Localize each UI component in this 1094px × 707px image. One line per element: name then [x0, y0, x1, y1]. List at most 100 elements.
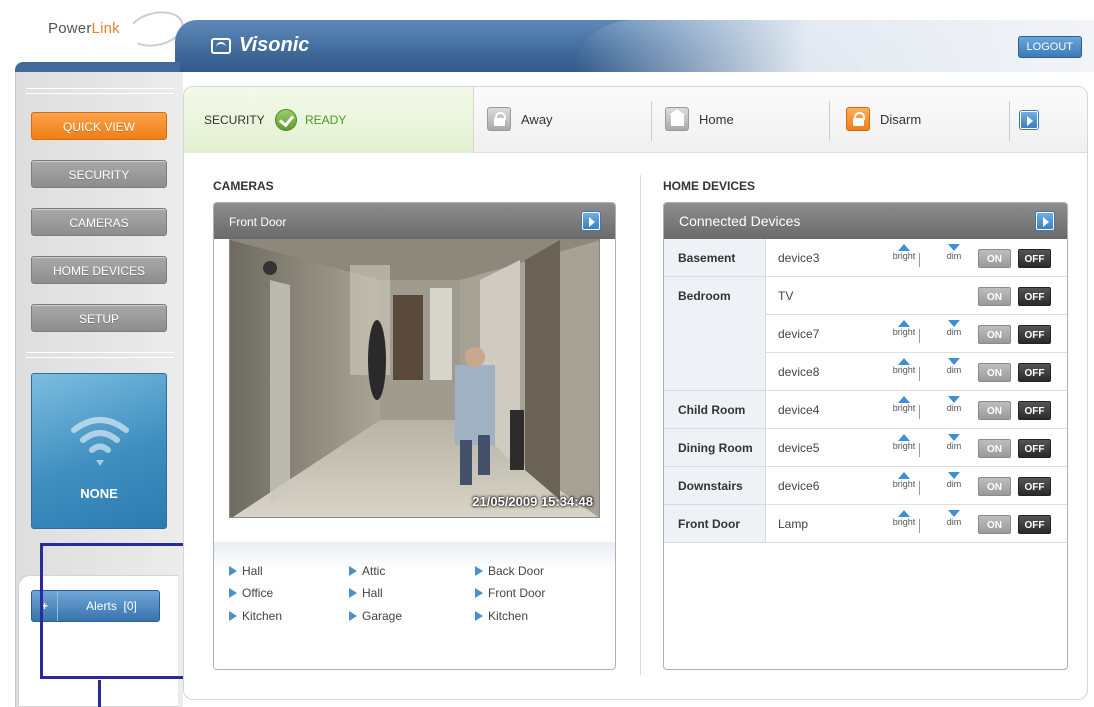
bright-button[interactable]: bright: [889, 510, 919, 527]
separator: [829, 101, 830, 141]
main-panel: SECURITY READY Away Home Disarm CAMERAS …: [183, 86, 1088, 700]
security-bar: SECURITY READY Away Home Disarm: [184, 87, 1087, 153]
wifi-icon: [71, 417, 129, 466]
bright-up-icon: [898, 320, 910, 327]
bright-button[interactable]: bright: [889, 434, 919, 451]
bright-button[interactable]: bright: [889, 396, 919, 413]
camera-link[interactable]: Front Door: [475, 586, 545, 600]
off-button[interactable]: OFF: [1018, 325, 1051, 344]
room-label: Downstairs: [664, 467, 766, 505]
dim-button[interactable]: dim: [939, 244, 969, 261]
camera-link[interactable]: Kitchen: [229, 609, 282, 623]
devices-expand-arrow-icon[interactable]: [1036, 212, 1054, 230]
on-button[interactable]: ON: [978, 401, 1011, 420]
device-name: device5: [778, 441, 820, 455]
check-icon: [275, 109, 297, 131]
device-name: device6: [778, 479, 820, 493]
room-label: Basement: [664, 239, 766, 277]
camera-link[interactable]: Office: [229, 586, 273, 600]
nav-security[interactable]: SECURITY: [31, 160, 167, 188]
on-button[interactable]: ON: [978, 249, 1011, 268]
home-devices-heading: HOME DEVICES: [663, 179, 756, 193]
camera-feed[interactable]: 21/05/2009 15:34:48: [229, 239, 600, 518]
device-name: TV: [778, 289, 794, 303]
camera-link[interactable]: Garage: [349, 609, 402, 623]
slider-tick: [919, 367, 920, 381]
camera-feed-image: [230, 240, 599, 517]
bright-button[interactable]: bright: [889, 320, 919, 337]
room-label: Dining Room: [664, 429, 766, 467]
on-button[interactable]: ON: [978, 325, 1011, 344]
on-button[interactable]: ON: [978, 287, 1011, 306]
lock-icon: [487, 107, 511, 131]
bright-up-icon: [898, 358, 910, 365]
logo-text: PowerLink: [48, 20, 120, 37]
off-button[interactable]: OFF: [1018, 249, 1051, 268]
bright-up-icon: [898, 244, 910, 251]
camera-timestamp: 21/05/2009 15:34:48: [472, 494, 593, 509]
dim-down-icon: [948, 472, 960, 479]
on-button[interactable]: ON: [978, 515, 1011, 534]
highlight-pointer: [98, 680, 101, 707]
off-button[interactable]: OFF: [1018, 515, 1051, 534]
disarm-button[interactable]: Disarm: [846, 107, 921, 131]
column-divider: [640, 175, 641, 675]
camera-link[interactable]: Back Door: [475, 564, 544, 578]
room-label: Front Door: [664, 505, 766, 543]
arm-home-button[interactable]: Home: [665, 107, 734, 131]
camera-panel: Front Door 21/05/2009 15:34:48 Hall Atti…: [213, 202, 616, 670]
network-status-panel[interactable]: NONE: [31, 373, 167, 529]
ready-status: READY: [305, 113, 347, 127]
nav-quick-view[interactable]: QUICK VIEW: [31, 112, 167, 140]
bright-button[interactable]: bright: [889, 358, 919, 375]
dim-button[interactable]: dim: [939, 510, 969, 527]
slider-tick: [919, 519, 920, 533]
devices-panel: Connected Devices device3 bright dim ON …: [663, 202, 1068, 670]
logout-button[interactable]: LOGOUT: [1017, 36, 1082, 58]
security-next-arrow-icon[interactable]: [1020, 111, 1038, 129]
arm-away-button[interactable]: Away: [487, 107, 553, 131]
on-button[interactable]: ON: [978, 439, 1011, 458]
sidebar-divider: [26, 352, 174, 353]
dim-button[interactable]: dim: [939, 396, 969, 413]
bright-button[interactable]: bright: [889, 472, 919, 489]
brand-name: Visonic: [239, 34, 310, 56]
off-button[interactable]: OFF: [1018, 477, 1051, 496]
camera-header: Front Door: [214, 203, 615, 239]
bright-up-icon: [898, 396, 910, 403]
house-icon: [665, 107, 689, 131]
nav-home-devices[interactable]: HOME DEVICES: [31, 256, 167, 284]
on-button[interactable]: ON: [978, 363, 1011, 382]
camera-link[interactable]: Hall: [229, 564, 263, 578]
dim-button[interactable]: dim: [939, 434, 969, 451]
off-button[interactable]: OFF: [1018, 401, 1051, 420]
off-button[interactable]: OFF: [1018, 363, 1051, 382]
security-status: SECURITY READY: [184, 87, 474, 153]
camera-link[interactable]: Hall: [349, 586, 383, 600]
dim-button[interactable]: dim: [939, 358, 969, 375]
dim-down-icon: [948, 244, 960, 251]
slider-tick: [919, 443, 920, 457]
dim-button[interactable]: dim: [939, 472, 969, 489]
camera-title: Front Door: [229, 215, 287, 229]
camera-link[interactable]: Attic: [349, 564, 385, 578]
camera-link[interactable]: Kitchen: [475, 609, 528, 623]
dim-down-icon: [948, 396, 960, 403]
arm-away-label: Away: [521, 111, 553, 127]
off-button[interactable]: OFF: [1018, 439, 1051, 458]
off-button[interactable]: OFF: [1018, 287, 1051, 306]
room-label: Child Room: [664, 391, 766, 429]
on-button[interactable]: ON: [978, 477, 1011, 496]
device-name: Lamp: [778, 517, 809, 531]
dim-button[interactable]: dim: [939, 320, 969, 337]
camera-expand-arrow-icon[interactable]: [582, 212, 600, 230]
bright-up-icon: [898, 434, 910, 441]
nav-cameras[interactable]: CAMERAS: [31, 208, 167, 236]
devices-title: Connected Devices: [679, 213, 801, 229]
bright-up-icon: [898, 472, 910, 479]
network-status-label: NONE: [80, 486, 118, 501]
nav-setup[interactable]: SETUP: [31, 304, 167, 332]
bright-button[interactable]: bright: [889, 244, 919, 261]
arm-home-label: Home: [699, 111, 734, 127]
sidebar-divider: [26, 88, 174, 89]
